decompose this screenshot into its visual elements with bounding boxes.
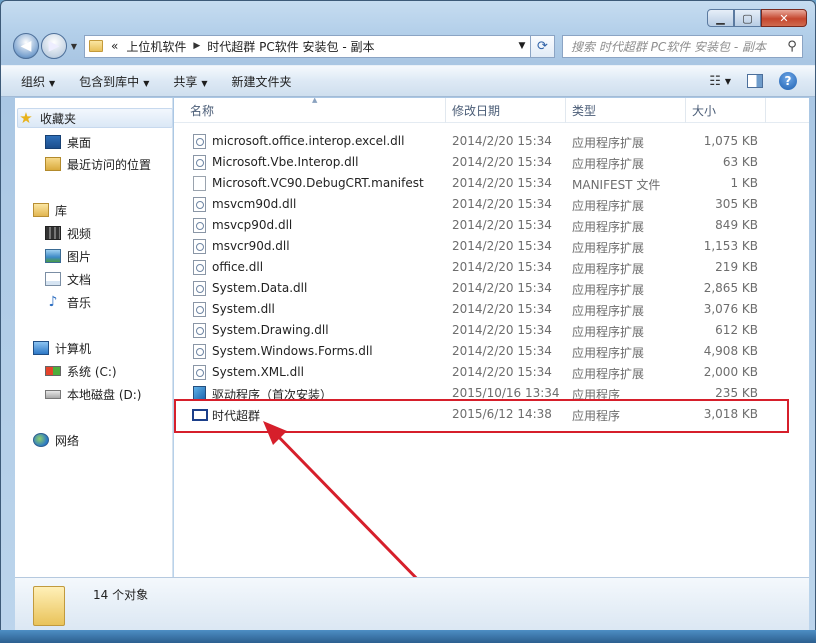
arrow-shaft [269, 427, 427, 589]
taskbar [0, 630, 816, 643]
folder-large-icon [33, 586, 65, 626]
item-count: 14 个对象 [93, 588, 149, 602]
annotation-arrow [263, 421, 427, 589]
explorer-window: ▁ ▢ ✕ ◀ ▶ ▼ « 上位机软件 ▶ 时代超群 PC软件 安装包 - 副本… [0, 0, 816, 643]
details-pane: 14 个对象 [15, 577, 809, 631]
